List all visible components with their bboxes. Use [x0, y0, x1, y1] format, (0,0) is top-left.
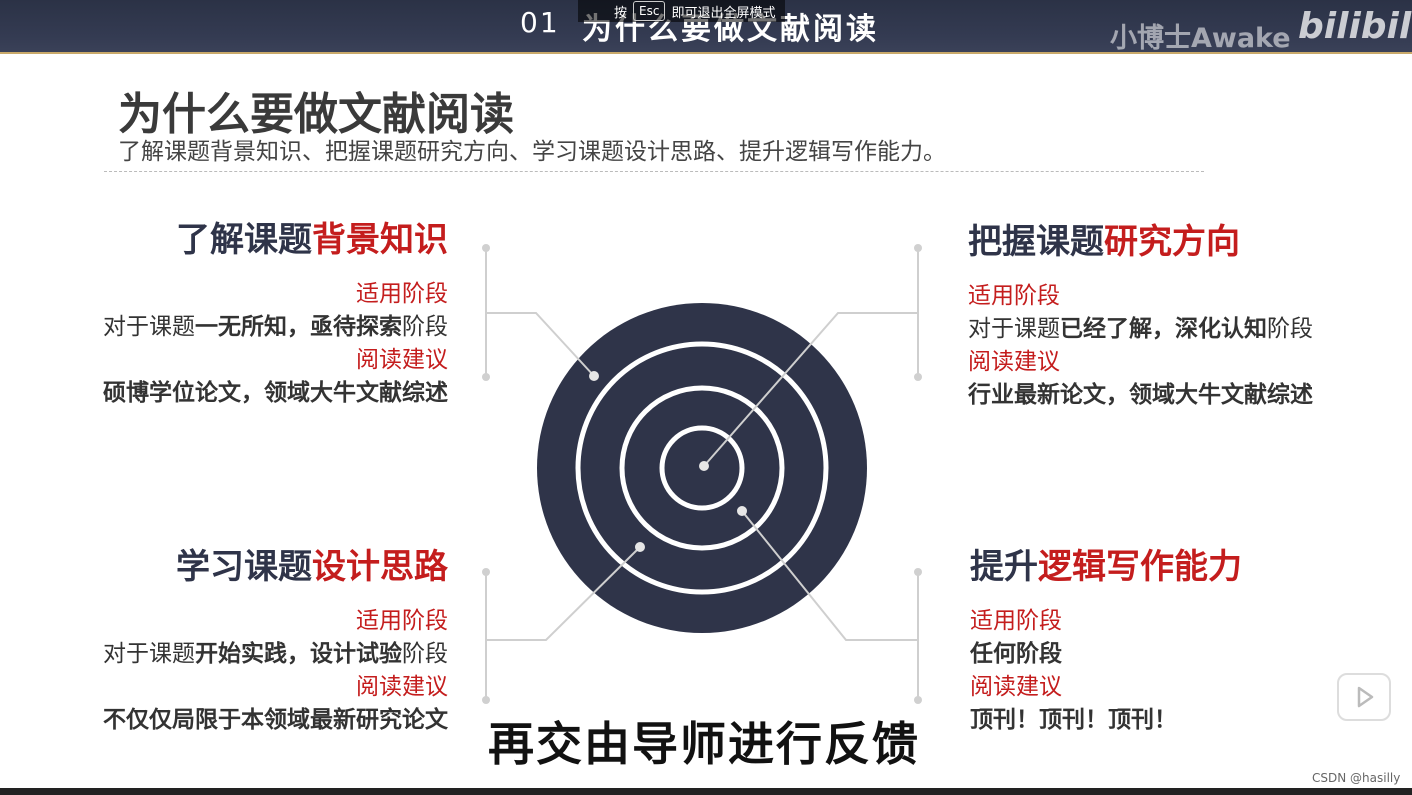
- advice-label: 阅读建议: [970, 674, 1062, 700]
- csdn-watermark: CSDN @hasilly: [1312, 771, 1401, 785]
- quadrant-title: 学习课题设计思路: [88, 547, 448, 587]
- stage-label: 适用阶段: [968, 283, 1060, 309]
- quadrant-title: 提升逻辑写作能力: [970, 547, 1330, 587]
- advice-label: 阅读建议: [356, 347, 448, 373]
- stage-text: 对于课题已经了解，深化认知阶段: [968, 316, 1313, 342]
- stage-label: 适用阶段: [970, 608, 1062, 634]
- video-caption: 再交由导师进行反馈: [488, 717, 920, 771]
- advice-text: 行业最新论文，领域大牛文献综述: [968, 382, 1313, 408]
- advice-text: 硕博学位论文，领域大牛文献综述: [103, 380, 448, 406]
- stage-text: 对于课题开始实践，设计试验阶段: [103, 641, 448, 667]
- quadrant-title-a: 把握课题: [968, 222, 1104, 262]
- bottom-bar: [0, 788, 1412, 795]
- advice-text: 不仅仅局限于本领域最新研究论文: [103, 707, 448, 733]
- advice-text: 顶刊！顶刊！顶刊！: [970, 707, 1177, 733]
- quadrant-title-b: 研究方向: [1104, 222, 1240, 262]
- advice-label: 阅读建议: [356, 674, 448, 700]
- quadrant-research-direction: 把握课题研究方向 适用阶段 对于课题已经了解，深化认知阶段 阅读建议 行业最新论…: [968, 222, 1328, 412]
- play-button[interactable]: [1337, 673, 1391, 721]
- play-icon: [1357, 686, 1374, 708]
- quadrant-title-b: 背景知识: [312, 220, 448, 260]
- quadrant-title-b: 设计思路: [312, 547, 448, 587]
- stage-text: 任何阶段: [970, 641, 1062, 667]
- quadrant-logic-writing: 提升逻辑写作能力 适用阶段 任何阶段 阅读建议 顶刊！顶刊！顶刊！: [970, 547, 1330, 737]
- quadrant-title-a: 了解课题: [176, 220, 312, 260]
- quadrant-title-b: 逻辑写作能力: [1038, 547, 1242, 587]
- stage-label: 适用阶段: [356, 608, 448, 634]
- quadrant-title-a: 学习课题: [176, 547, 312, 587]
- stage-text: 对于课题一无所知，亟待探索阶段: [103, 314, 448, 340]
- stage-label: 适用阶段: [356, 281, 448, 307]
- quadrant-title: 把握课题研究方向: [968, 222, 1328, 262]
- quadrant-background-knowledge: 了解课题背景知识 适用阶段 对于课题一无所知，亟待探索阶段 阅读建议 硕博学位论…: [88, 220, 448, 410]
- quadrant-design-thinking: 学习课题设计思路 适用阶段 对于课题开始实践，设计试验阶段 阅读建议 不仅仅局限…: [88, 547, 448, 737]
- quadrant-title: 了解课题背景知识: [88, 220, 448, 260]
- advice-label: 阅读建议: [968, 349, 1060, 375]
- quadrant-title-a: 提升: [970, 547, 1038, 587]
